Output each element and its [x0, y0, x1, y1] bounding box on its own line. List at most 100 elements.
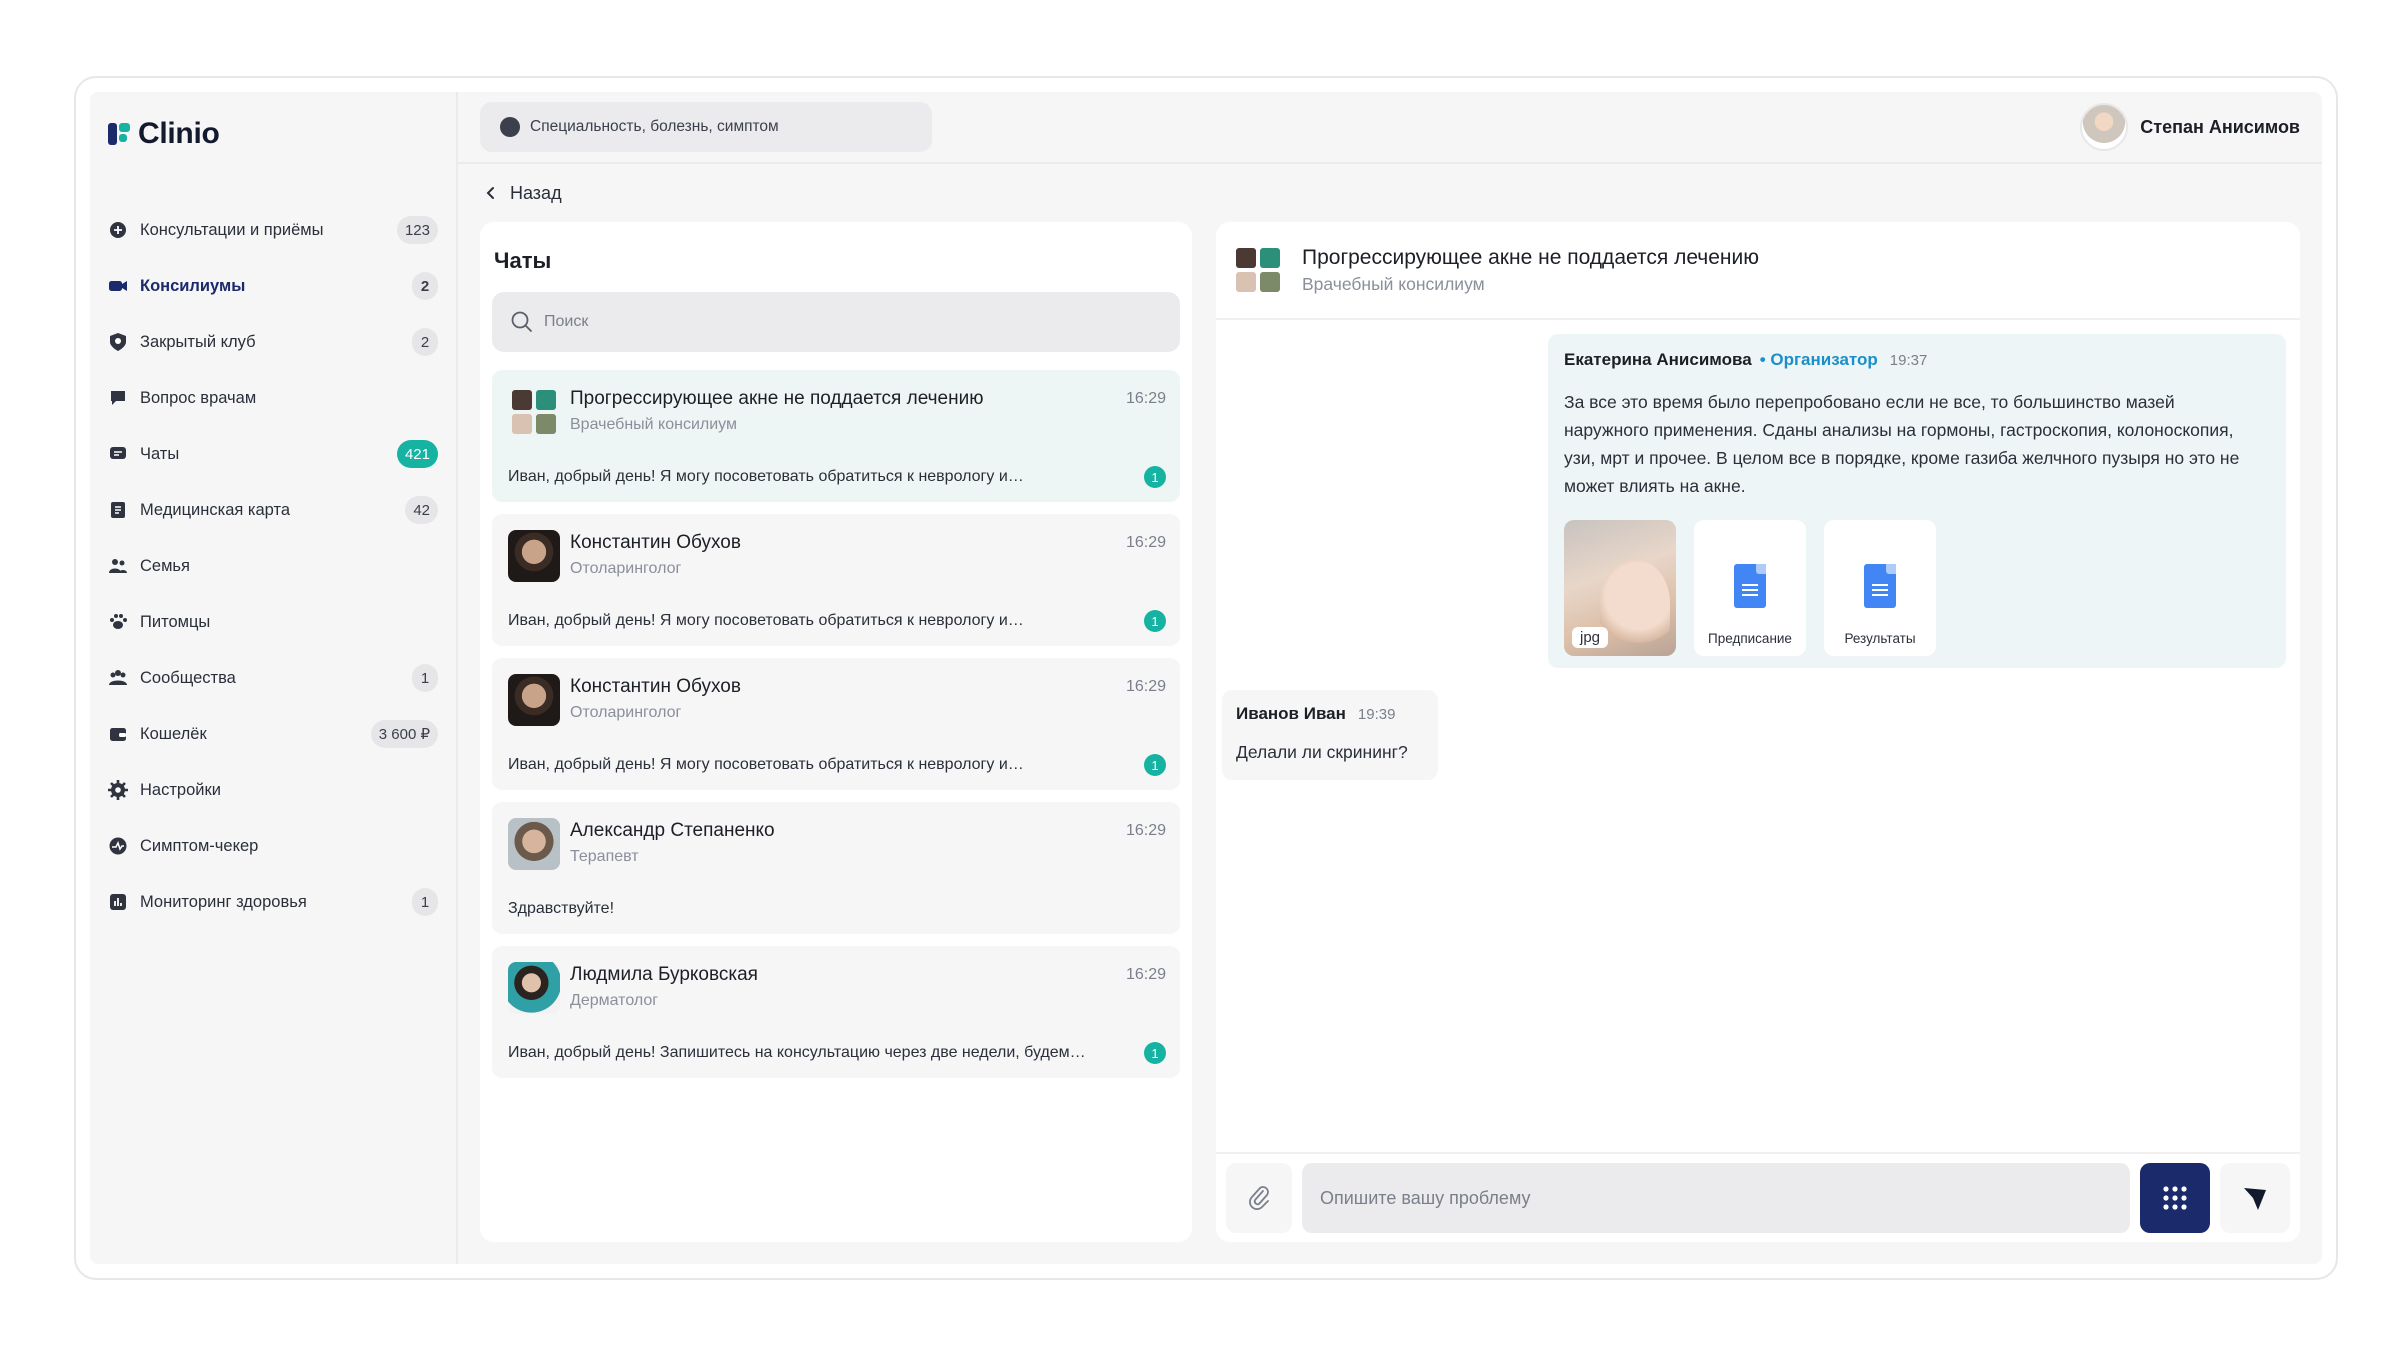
chat-time: 16:29	[1125, 678, 1166, 695]
question-bubble-icon	[108, 388, 128, 408]
sidebar-item[interactable]: Чаты 421	[108, 426, 438, 482]
group-avatar	[1232, 244, 1284, 296]
count-badge: 123	[396, 216, 438, 244]
medical-card-icon	[108, 500, 128, 520]
chat-last-message: Иван, добрый день! Я могу посоветовать о…	[508, 468, 1024, 485]
back-link[interactable]: Назад	[458, 164, 2322, 222]
chat-item[interactable]: Людмила Бурковская Дерматолог 16:29 Иван…	[492, 946, 1180, 1078]
sidebar-item[interactable]: Семья	[108, 538, 438, 594]
message-organizer: Екатерина Анисимова • Организатор 19:37 …	[1548, 334, 2286, 668]
document-icon	[1734, 564, 1766, 608]
user-name: Степан Анисимов	[2140, 116, 2300, 137]
sidebar-item[interactable]: Мониторинг здоровья 1	[108, 874, 438, 930]
conversation-title: Прогрессирующее акне не поддается лечени…	[1302, 245, 1759, 269]
unread-badge: 1	[1144, 610, 1166, 632]
chat-last-message: Здравствуйте!	[508, 900, 615, 917]
sidebar-item-label: Симптом-чекер	[140, 836, 259, 855]
sidebar-item[interactable]: Вопрос врачам	[108, 370, 438, 426]
count-badge: 2	[412, 328, 438, 356]
chats-search-input[interactable]: Поиск	[492, 292, 1180, 352]
app: Clinio Консультации и приёмы 123 Консили…	[90, 92, 2322, 1264]
user-profile[interactable]: Степан Анисимов	[2080, 103, 2300, 151]
attachments: jpg Предписание Результаты	[1564, 520, 2270, 656]
sidebar-item[interactable]: Закрытый клуб 2	[108, 314, 438, 370]
chat-subtitle: Отоларинголог	[570, 704, 682, 721]
message-time: 19:39	[1357, 706, 1396, 723]
sidebar-item[interactable]: Питомцы	[108, 594, 438, 650]
count-badge: 3 600 ₽	[370, 720, 438, 748]
sidebar-item-label: Консультации и приёмы	[140, 220, 324, 239]
attachment-document[interactable]: Предписание	[1694, 520, 1806, 656]
sidebar-item[interactable]: Сообщества 1	[108, 650, 438, 706]
global-search[interactable]: Специальность, болезнь, симптом	[480, 102, 932, 152]
community-icon	[108, 668, 128, 688]
main-area: Специальность, болезнь, симптом Степан А…	[458, 92, 2322, 1264]
pulse-icon	[108, 836, 128, 856]
sidebar-item-label: Чаты	[140, 444, 180, 463]
search-icon	[500, 117, 520, 137]
chat-time: 16:29	[1125, 966, 1166, 983]
attachment-name: Результаты	[1844, 631, 1916, 646]
avatar	[508, 674, 560, 726]
user-avatar	[2080, 103, 2129, 151]
attachment-document[interactable]: Результаты	[1824, 520, 1936, 656]
avatar	[508, 530, 560, 582]
video-camera-icon	[108, 276, 128, 296]
sidebar-item[interactable]: Медицинская карта 42	[108, 482, 438, 538]
chat-item[interactable]: Константин Обухов Отоларинголог 16:29 Ив…	[492, 514, 1180, 646]
brand-name: Clinio	[138, 117, 220, 150]
count-badge: 421	[396, 440, 438, 468]
topbar: Специальность, болезнь, симптом Степан А…	[458, 92, 2322, 164]
unread-badge: 1	[1144, 754, 1166, 776]
sidebar-nav: Консультации и приёмы 123 Консилиумы 2 З…	[108, 202, 438, 930]
chats-panel: Чаты Поиск Прогрессирующее акне не подда…	[480, 222, 1192, 1242]
sidebar-item[interactable]: Настройки	[108, 762, 438, 818]
count-badge: 1	[412, 664, 438, 692]
sidebar-item-label: Консилиумы	[140, 276, 246, 295]
shield-icon	[108, 332, 128, 352]
conversation-header: Прогрессирующее акне не поддается лечени…	[1216, 222, 2300, 320]
chat-subtitle: Отоларинголог	[570, 560, 682, 577]
sidebar-item[interactable]: Симптом-чекер	[108, 818, 438, 874]
chat-last-message: Иван, добрый день! Я могу посоветовать о…	[508, 612, 1024, 629]
sidebar-item[interactable]: Кошелёк 3 600 ₽	[108, 706, 438, 762]
message-input[interactable]	[1302, 1163, 2130, 1233]
message-author: Иванов Иван	[1236, 704, 1346, 723]
templates-button[interactable]	[2140, 1163, 2210, 1233]
chat-item[interactable]: Константин Обухов Отоларинголог 16:29 Ив…	[492, 658, 1180, 790]
back-label: Назад	[510, 182, 562, 203]
gear-icon	[108, 780, 128, 800]
chat-item[interactable]: Александр Степаненко Терапевт 16:29 Здра…	[492, 802, 1180, 934]
chat-name: Людмила Бурковская	[570, 964, 758, 985]
chat-name: Александр Степаненко	[570, 820, 775, 841]
sidebar-item[interactable]: Консилиумы 2	[108, 258, 438, 314]
sidebar-item-label: Закрытый клуб	[140, 332, 256, 351]
sidebar-item-label: Кошелёк	[140, 724, 207, 743]
sidebar-item[interactable]: Консультации и приёмы 123	[108, 202, 438, 258]
attachment-photo[interactable]: jpg	[1564, 520, 1676, 656]
send-button[interactable]	[2220, 1163, 2290, 1233]
conversation-subtitle: Врачебный консилиум	[1302, 273, 1485, 294]
paw-icon	[108, 612, 128, 632]
chat-name: Константин Обухов	[570, 676, 741, 697]
chat-list: Прогрессирующее акне не поддается лечени…	[492, 370, 1180, 1078]
search-placeholder: Специальность, болезнь, симптом	[530, 118, 779, 135]
attachment-type-tag: jpg	[1572, 627, 1609, 648]
search-icon	[511, 311, 532, 332]
message-author-line: Иванов Иван 19:39	[1236, 704, 1424, 724]
chat-item[interactable]: Прогрессирующее акне не поддается лечени…	[492, 370, 1180, 502]
wallet-icon	[108, 724, 128, 744]
message-author-line: Екатерина Анисимова • Организатор 19:37	[1564, 350, 2270, 370]
chat-icon	[108, 444, 128, 464]
plus-circle-icon	[108, 220, 128, 240]
attach-button[interactable]	[1226, 1163, 1292, 1233]
sidebar-item-label: Вопрос врачам	[140, 388, 257, 407]
sidebar-item-label: Сообщества	[140, 668, 236, 687]
author-role-badge: • Организатор	[1759, 350, 1878, 369]
dots-grid-icon	[2163, 1186, 2187, 1210]
brand-logo[interactable]: Clinio	[108, 104, 438, 164]
chat-last-message: Иван, добрый день! Я могу посоветовать о…	[508, 756, 1024, 773]
sidebar: Clinio Консультации и приёмы 123 Консили…	[90, 92, 458, 1264]
chat-subtitle: Терапевт	[570, 848, 639, 865]
document-icon	[1864, 564, 1896, 608]
